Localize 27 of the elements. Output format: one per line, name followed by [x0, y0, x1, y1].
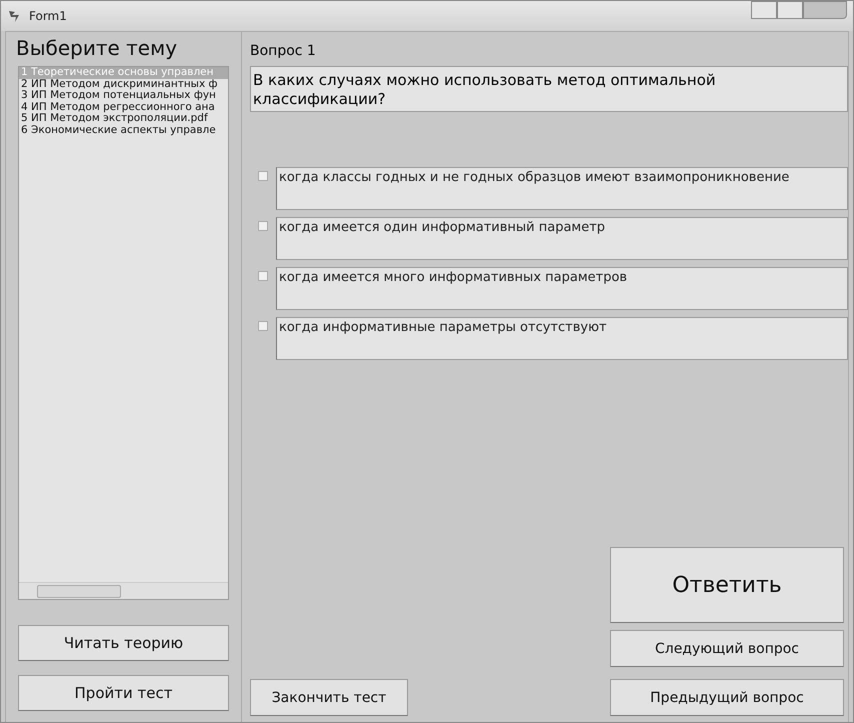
answer-checkbox[interactable]	[258, 271, 268, 281]
topic-item[interactable]: 2 ИП Методом дискриминантных ф	[19, 78, 228, 90]
previous-question-button[interactable]: Предыдущий вопрос	[610, 679, 844, 716]
topic-item[interactable]: 3 ИП Методом потенциальных фун	[19, 90, 228, 102]
answer-checkbox[interactable]	[258, 221, 268, 231]
minimize-button[interactable]	[751, 1, 777, 19]
next-question-button[interactable]: Следующий вопрос	[610, 630, 844, 667]
horizontal-scrollbar[interactable]	[19, 582, 228, 599]
close-button[interactable]	[803, 1, 847, 19]
topic-item[interactable]: 4 ИП Методом регрессионного ана	[19, 102, 228, 113]
window-title: Form1	[29, 9, 67, 23]
answer-option-text: когда имеется один информативный параметр	[276, 217, 848, 260]
left-button[interactable]: Пройти тест	[18, 675, 229, 711]
answer-checkbox[interactable]	[258, 321, 268, 331]
answer-checkbox[interactable]	[258, 171, 268, 181]
question-heading: Вопрос 1	[250, 42, 317, 61]
answer-option-text: когда информативные параметры отсутствуют	[276, 317, 848, 360]
topic-heading: Выберите тему	[16, 36, 178, 62]
finish-test-button[interactable]: Закончить тест	[250, 679, 408, 716]
answer-option-text: когда имеется много информативных параметров	[276, 267, 848, 310]
question-text: В каких случаях можно использовать метод оптимальной классификации?	[250, 66, 848, 112]
maximize-button[interactable]	[777, 1, 803, 19]
left-button[interactable]: Читать теорию	[18, 625, 229, 661]
topic-item[interactable]: 6 Экономические аспекты управле	[19, 124, 228, 136]
topic-item[interactable]: 5 ИП Методом экстрополяции.pdf	[19, 113, 228, 124]
answer-button[interactable]: Ответить	[610, 547, 844, 623]
answer-option-text: когда классы годных и не годных образцов имеют взаимопроникновение	[276, 167, 848, 210]
